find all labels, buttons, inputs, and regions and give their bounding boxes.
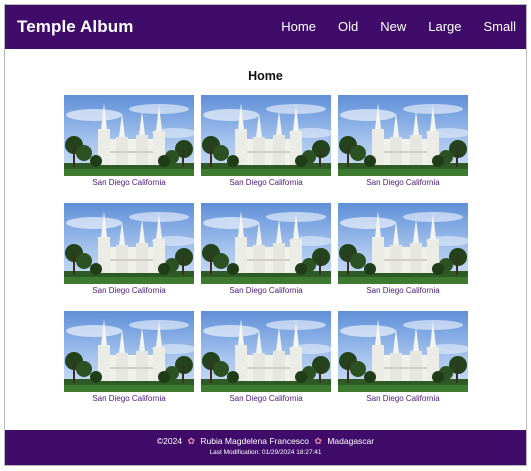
temple-caption[interactable]: San Diego California [338, 394, 468, 403]
temple-image[interactable] [338, 95, 468, 176]
last-modified: Last Modification: 01/29/2024 18:27:41 [209, 449, 322, 456]
temple-card: San Diego California [201, 95, 331, 187]
temple-card: San Diego California [201, 311, 331, 403]
temple-gallery: San Diego California San Diego Californi… [64, 95, 468, 407]
site-title: Temple Album [17, 17, 134, 36]
nav-home[interactable]: Home [281, 19, 316, 34]
main-nav: Home Old New Large Small [259, 19, 516, 34]
temple-caption[interactable]: San Diego California [338, 178, 468, 187]
copyright-text: ©2024 [156, 436, 183, 446]
temple-caption[interactable]: San Diego California [64, 178, 194, 187]
temple-image[interactable] [64, 311, 194, 392]
site-header: Temple Album Home Old New Large Small [5, 5, 526, 49]
temple-card: San Diego California [64, 203, 194, 295]
temple-card: San Diego California [64, 95, 194, 187]
temple-caption[interactable]: San Diego California [201, 178, 331, 187]
temple-caption[interactable]: San Diego California [201, 286, 331, 295]
temple-caption[interactable]: San Diego California [201, 394, 331, 403]
temple-image[interactable] [201, 311, 331, 392]
temple-card: San Diego California [338, 95, 468, 187]
page-title: Home [248, 69, 283, 83]
nav-small[interactable]: Small [483, 19, 516, 34]
author-name: Rubia Magdelena Francesco [200, 436, 310, 446]
temple-card: San Diego California [338, 311, 468, 403]
temple-image[interactable] [201, 95, 331, 176]
temple-image[interactable] [338, 203, 468, 284]
temple-image[interactable] [201, 203, 331, 284]
temple-caption[interactable]: San Diego California [338, 286, 468, 295]
page-frame: Temple Album Home Old New Large Small Ho… [4, 4, 527, 466]
nav-new[interactable]: New [380, 19, 406, 34]
nav-old[interactable]: Old [338, 19, 358, 34]
flower-icon: ✿ [187, 436, 195, 446]
temple-caption[interactable]: San Diego California [64, 394, 194, 403]
temple-image[interactable] [338, 311, 468, 392]
temple-card: San Diego California [338, 203, 468, 295]
flower-icon: ✿ [314, 436, 322, 446]
author-location: Madagascar [327, 436, 375, 446]
temple-card: San Diego California [201, 203, 331, 295]
footer-credits: ©2024 ✿ Rubia Magdelena Francesco ✿ Mada… [5, 436, 526, 447]
temple-image[interactable] [64, 203, 194, 284]
temple-card: San Diego California [64, 311, 194, 403]
temple-image[interactable] [64, 95, 194, 176]
site-footer: ©2024 ✿ Rubia Magdelena Francesco ✿ Mada… [5, 430, 526, 465]
nav-large[interactable]: Large [428, 19, 461, 34]
temple-caption[interactable]: San Diego California [64, 286, 194, 295]
